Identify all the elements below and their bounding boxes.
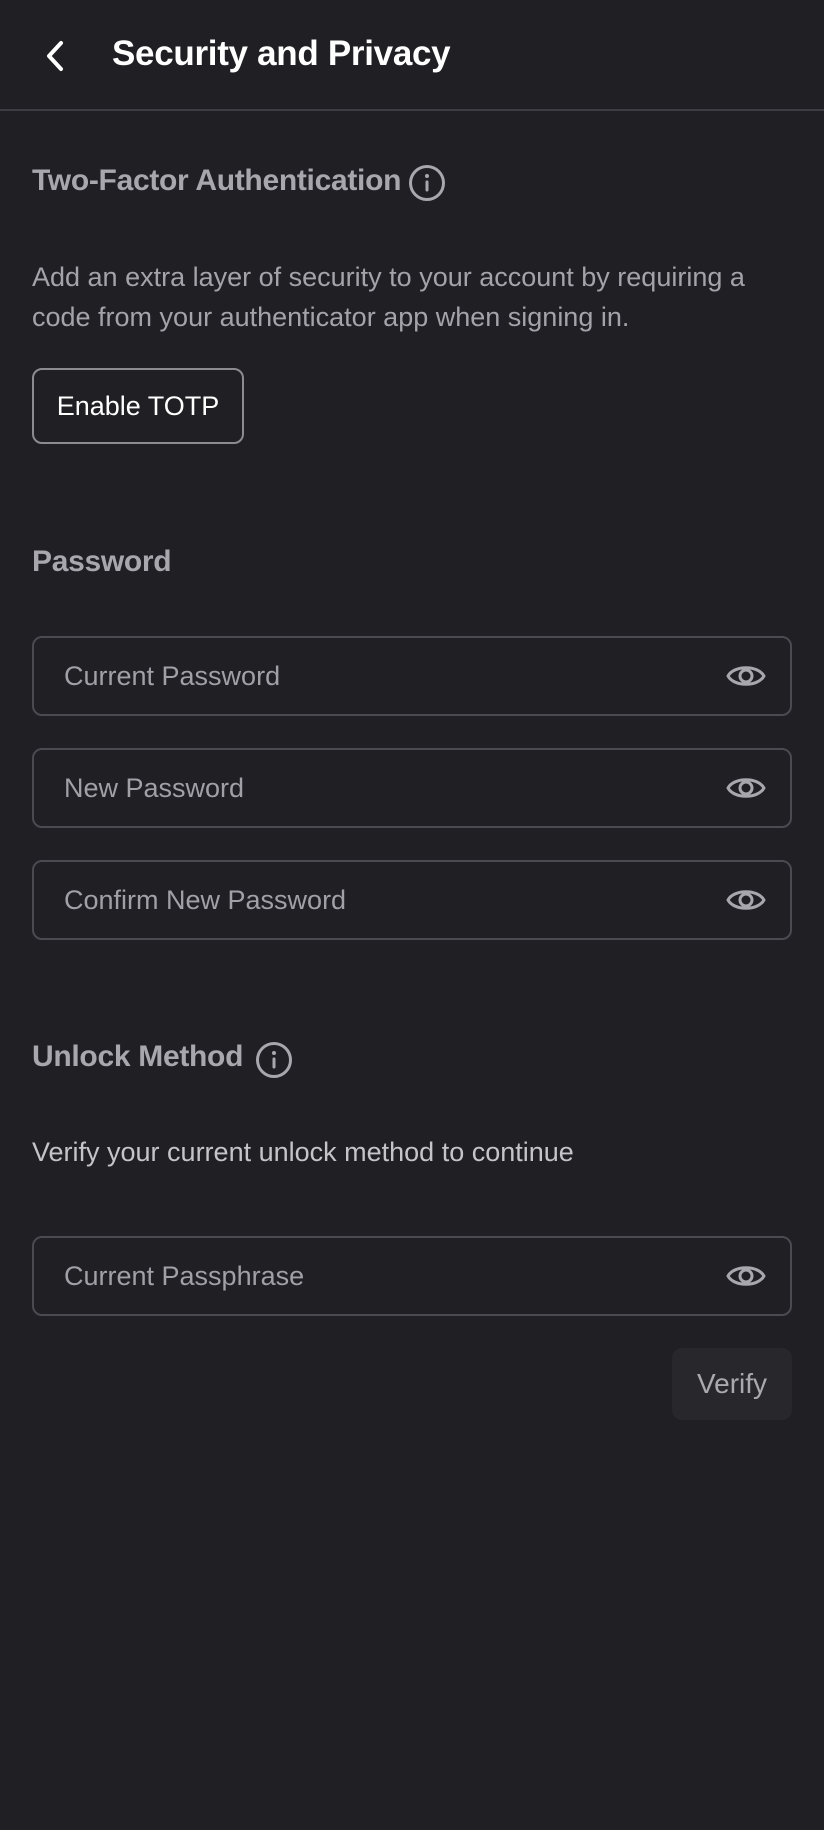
unlock-method-title: Unlock Method (32, 1040, 244, 1073)
password-title: Password (32, 545, 172, 578)
back-button[interactable] (32, 30, 80, 82)
current-passphrase-input[interactable] (64, 1238, 684, 1314)
eye-icon[interactable] (724, 654, 768, 698)
current-passphrase-field[interactable] (32, 1236, 792, 1316)
eye-icon[interactable] (724, 1254, 768, 1298)
enable-totp-button[interactable]: Enable TOTP (32, 368, 244, 444)
info-icon[interactable] (255, 1041, 293, 1079)
new-password-input[interactable] (64, 750, 684, 826)
eye-icon[interactable] (724, 766, 768, 810)
chevron-left-icon (47, 41, 63, 71)
app-header: Security and Privacy (0, 0, 824, 111)
eye-icon[interactable] (724, 878, 768, 922)
two-factor-description: Add an extra layer of security to your a… (32, 262, 745, 332)
current-password-input[interactable] (64, 638, 684, 714)
confirm-password-field[interactable] (32, 860, 792, 940)
info-icon[interactable] (408, 164, 446, 202)
unlock-description: Verify your current unlock method to con… (32, 1137, 574, 1167)
page-title: Security and Privacy (112, 34, 451, 73)
confirm-password-input[interactable] (64, 862, 684, 938)
two-factor-title: Two-Factor Authentication (32, 164, 402, 197)
current-password-field[interactable] (32, 636, 792, 716)
new-password-field[interactable] (32, 748, 792, 828)
verify-button[interactable]: Verify (672, 1348, 792, 1420)
